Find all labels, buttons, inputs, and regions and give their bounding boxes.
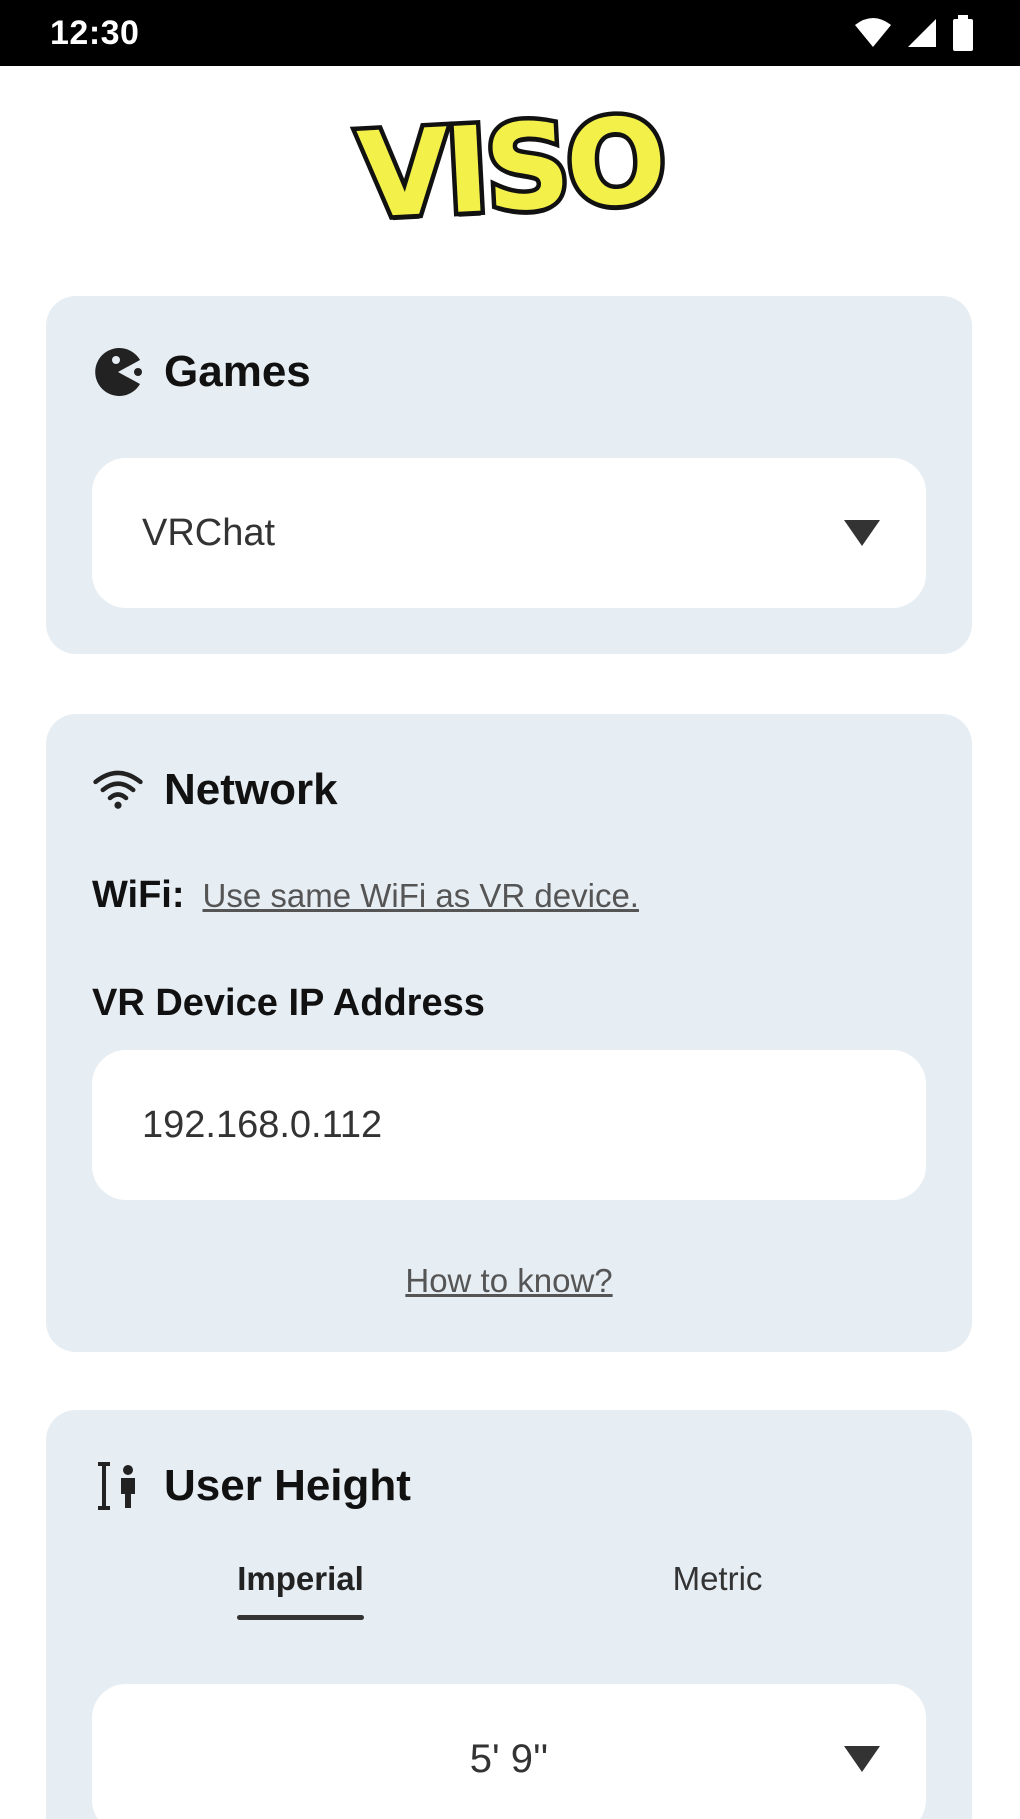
how-to-know-link[interactable]: How to know? <box>46 1262 972 1300</box>
user-height-card: User Height Imperial Metric 5' 9'' <box>46 1410 972 1819</box>
user-height-header: User Height <box>92 1460 411 1512</box>
height-select-value: 5' 9'' <box>469 1736 549 1781</box>
network-title: Network <box>164 765 338 814</box>
ip-address-value: 192.168.0.112 <box>142 1103 383 1146</box>
wifi-label: WiFi: <box>92 874 185 916</box>
wifi-hint-link[interactable]: Use same WiFi as VR device. <box>203 877 639 915</box>
tab-metric[interactable]: Metric <box>509 1560 926 1640</box>
user-height-title: User Height <box>164 1461 411 1510</box>
tab-imperial-label: Imperial <box>237 1560 364 1620</box>
wifi-row: WiFi: Use same WiFi as VR device. <box>92 874 639 917</box>
tab-metric-label: Metric <box>672 1560 763 1597</box>
logo-text: VISO <box>350 86 670 249</box>
wifi-signal-icon <box>855 18 891 47</box>
network-card: Network WiFi: Use same WiFi as VR device… <box>46 714 972 1352</box>
network-header: Network <box>92 764 338 816</box>
game-select[interactable]: VRChat <box>92 458 926 608</box>
games-card: Games VRChat <box>46 296 972 654</box>
status-bar: 12:30 <box>0 0 1020 66</box>
ip-address-label: VR Device IP Address <box>92 982 485 1024</box>
status-time: 12:30 <box>50 13 140 52</box>
ip-address-input[interactable]: 192.168.0.112 <box>92 1050 926 1200</box>
height-select[interactable]: 5' 9'' <box>92 1684 926 1819</box>
dropdown-arrow-icon <box>844 520 880 546</box>
pacman-icon <box>92 346 144 398</box>
unit-tabs: Imperial Metric <box>92 1560 926 1640</box>
cell-signal-icon <box>908 19 936 47</box>
height-icon <box>92 1460 144 1512</box>
games-header: Games <box>92 346 311 398</box>
game-select-value: VRChat <box>142 511 276 554</box>
app-logo: VISO <box>0 86 1020 249</box>
games-title: Games <box>164 347 311 396</box>
tab-imperial[interactable]: Imperial <box>92 1560 509 1640</box>
status-icons <box>854 15 974 51</box>
battery-icon <box>953 15 973 51</box>
wifi-icon <box>92 764 144 816</box>
dropdown-arrow-icon <box>844 1746 880 1772</box>
